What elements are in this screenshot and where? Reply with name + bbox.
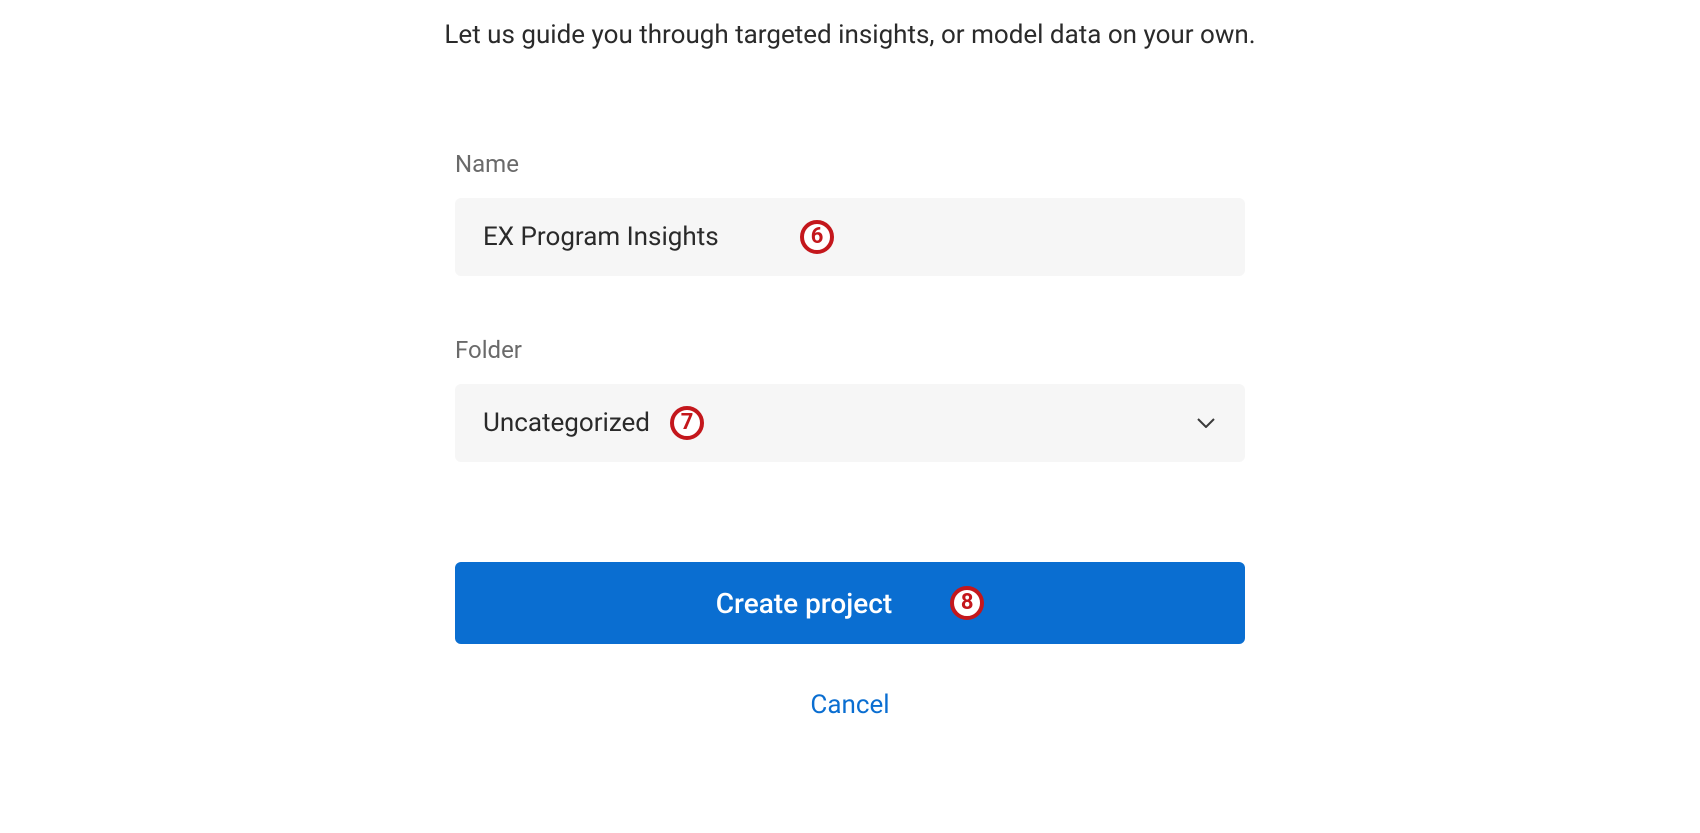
name-label: Name — [455, 150, 1245, 178]
folder-label: Folder — [455, 336, 1245, 364]
cancel-button[interactable]: Cancel — [455, 690, 1245, 720]
chevron-down-icon — [1195, 412, 1217, 434]
folder-select-wrap: Uncategorized 7 — [455, 384, 1245, 462]
name-input[interactable] — [455, 198, 1245, 276]
name-input-wrap: 6 — [455, 198, 1245, 276]
create-project-form: Let us guide you through targeted insigh… — [0, 0, 1700, 720]
name-field-group: Name 6 — [455, 150, 1245, 276]
annotation-marker-8: 8 — [950, 586, 984, 620]
folder-select[interactable]: Uncategorized — [455, 384, 1245, 462]
create-project-button-label: Create project — [716, 587, 892, 620]
create-project-button[interactable]: Create project 8 — [455, 562, 1245, 644]
folder-select-value: Uncategorized — [483, 408, 1195, 438]
form-body: Name 6 Folder Uncategorized 7 Create pro… — [455, 150, 1245, 720]
page-subtitle: Let us guide you through targeted insigh… — [0, 20, 1700, 50]
form-actions: Create project 8 Cancel — [455, 562, 1245, 720]
folder-field-group: Folder Uncategorized 7 — [455, 336, 1245, 462]
